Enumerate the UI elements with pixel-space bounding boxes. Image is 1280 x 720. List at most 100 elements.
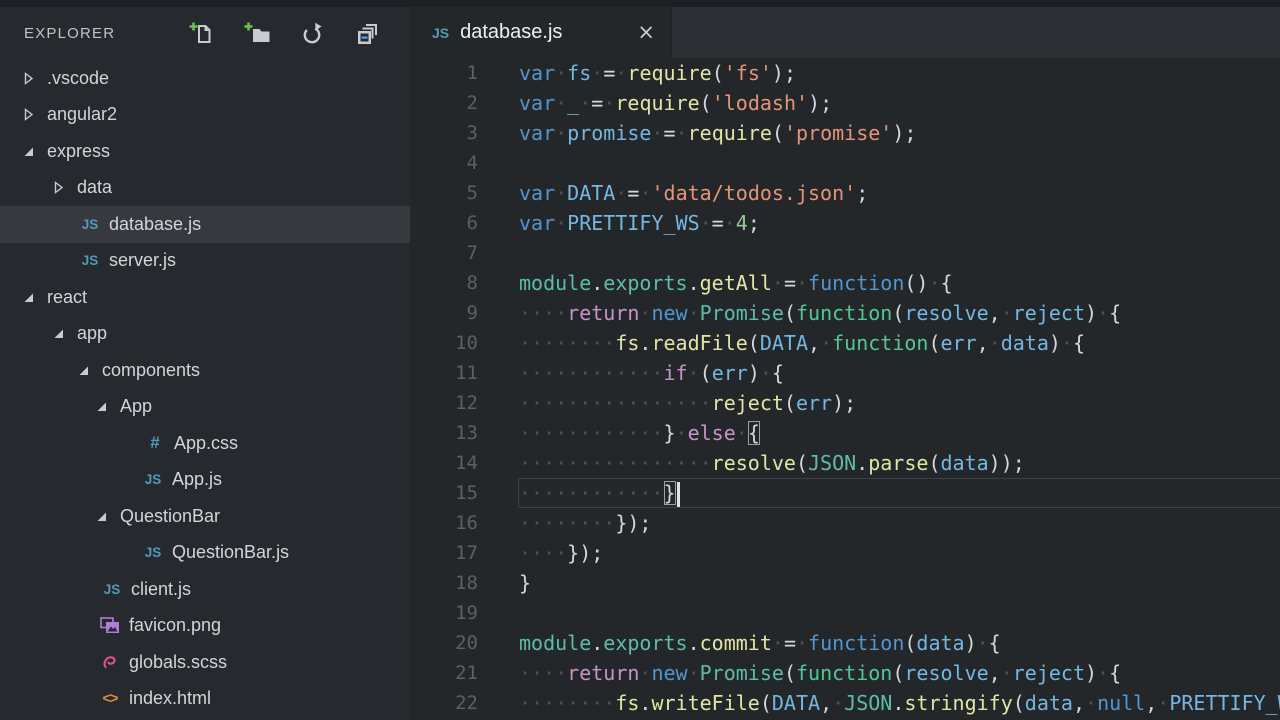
tree-file-App-js[interactable]: JSApp.js [0,462,410,499]
code-line-4[interactable]: 4 [410,148,1280,178]
line-number: 10 [410,328,478,358]
code-line-20[interactable]: 20module.exports.commit·=·function(data)… [410,628,1280,658]
collapse-all-icon[interactable] [354,21,380,47]
code-line-6[interactable]: 6var·PRETTIFY_WS·=·4; [410,208,1280,238]
line-number: 18 [410,568,478,598]
tree-folder-QuestionBar[interactable]: QuestionBar [0,498,410,535]
tree-folder-express[interactable]: express [0,133,410,170]
line-content: ············} [478,478,680,508]
tree-folder-angular2[interactable]: angular2 [0,97,410,134]
line-number: 6 [410,208,478,238]
line-content: } [478,568,531,598]
code-line-7[interactable]: 7 [410,238,1280,268]
tree-file-server-js[interactable]: JSserver.js [0,243,410,280]
code-line-15[interactable]: 15············} [410,478,1280,508]
chevron-expanded-icon [22,291,35,304]
code-line-14[interactable]: 14················resolve(JSON.parse(dat… [410,448,1280,478]
code-line-12[interactable]: 12················reject(err); [410,388,1280,418]
js-file-icon: JS [141,545,165,560]
tree-file-globals-scss[interactable]: globals.scss [0,644,410,681]
line-number: 3 [410,118,478,148]
code-line-10[interactable]: 10········fs.readFile(DATA,·function(err… [410,328,1280,358]
tree-folder-components[interactable]: components [0,352,410,389]
tree-folder-react[interactable]: react [0,279,410,316]
tree-item-label: react [47,287,87,308]
tree-file-QuestionBar-js[interactable]: JS QuestionBar.js [0,535,410,572]
line-number: 21 [410,658,478,688]
chevron-expanded-icon [95,510,108,523]
code-line-2[interactable]: 2var·_·=·require('lodash'); [410,88,1280,118]
code-line-13[interactable]: 13············}·else·{ [410,418,1280,448]
new-folder-icon[interactable] [244,21,270,47]
line-number: 17 [410,538,478,568]
tree-file-client-js[interactable]: JSclient.js [0,571,410,608]
line-content [478,238,519,268]
tree-folder-App[interactable]: App [0,389,410,426]
code-line-5[interactable]: 5var·DATA·=·'data/todos.json'; [410,178,1280,208]
tree-item-label: app [77,323,107,344]
line-content [478,598,519,628]
tree-item-label: QuestionBar.js [172,542,289,563]
explorer-header: EXPLORER [0,7,410,60]
line-content: ········}); [478,508,651,538]
matched-bracket: } [664,481,676,505]
code-line-11[interactable]: 11············if·(err)·{ [410,358,1280,388]
code-line-3[interactable]: 3var·promise·=·require('promise'); [410,118,1280,148]
line-number: 11 [410,358,478,388]
code-line-18[interactable]: 18} [410,568,1280,598]
window-top-edge [0,0,1280,7]
file-tree: .vscodeangular2expressdataJSdatabase.jsJ… [0,60,410,720]
new-file-icon[interactable] [189,21,215,47]
code-line-1[interactable]: 1var·fs·=·require('fs'); [410,58,1280,88]
editor-group: JS database.js × 1var·fs·=·require('fs')… [410,7,1280,720]
line-content: var·fs·=·require('fs'); [478,58,796,88]
code-area[interactable]: 1var·fs·=·require('fs');2var·_·=·require… [410,58,1280,720]
tree-item-label: App.js [172,469,222,490]
tab-database-js[interactable]: JS database.js × [410,7,672,58]
tree-folder--vscode[interactable]: .vscode [0,60,410,97]
tree-item-label: QuestionBar [120,506,220,527]
code-line-9[interactable]: 9····return·new·Promise(function(resolve… [410,298,1280,328]
explorer-toolbar [189,21,380,47]
code-line-22[interactable]: 22········fs.writeFile(DATA,·JSON.string… [410,688,1280,718]
line-number: 2 [410,88,478,118]
line-number: 14 [410,448,478,478]
refresh-icon[interactable] [299,21,325,47]
tab-close-icon[interactable]: × [637,22,655,43]
line-number: 13 [410,418,478,448]
js-file-icon: JS [432,25,449,41]
chevron-collapsed-icon [52,181,65,194]
tree-folder-app[interactable]: app [0,316,410,353]
code-line-16[interactable]: 16········}); [410,508,1280,538]
chevron-expanded-icon [52,327,65,340]
css-file-icon: # [143,433,167,453]
line-content: ················resolve(JSON.parse(data)… [478,448,1025,478]
line-number: 22 [410,688,478,718]
tab-label: database.js [460,21,562,44]
line-number: 16 [410,508,478,538]
text-cursor [677,482,680,507]
line-number: 8 [410,268,478,298]
tree-item-label: express [47,141,110,162]
chevron-expanded-icon [77,364,90,377]
chevron-expanded-icon [22,145,35,158]
matched-bracket: { [748,421,760,445]
tree-item-label: components [102,360,200,381]
code-line-21[interactable]: 21····return·new·Promise(function(resolv… [410,658,1280,688]
code-line-19[interactable]: 19 [410,598,1280,628]
tree-file-favicon-png[interactable]: favicon.png [0,608,410,645]
line-number: 7 [410,238,478,268]
line-number: 1 [410,58,478,88]
code-line-17[interactable]: 17····}); [410,538,1280,568]
line-number: 20 [410,628,478,658]
tree-file-database-js[interactable]: JSdatabase.js [0,206,410,243]
tree-item-label: globals.scss [129,652,227,673]
code-line-8[interactable]: 8module.exports.getAll·=·function()·{ [410,268,1280,298]
tree-folder-data[interactable]: data [0,170,410,207]
js-file-icon: JS [100,582,124,597]
image-file-icon [98,617,122,634]
chevron-expanded-icon [95,400,108,413]
line-number: 4 [410,148,478,178]
tree-file-index-html[interactable]: <>index.html [0,681,410,718]
tree-file-App-css[interactable]: #App.css [0,425,410,462]
